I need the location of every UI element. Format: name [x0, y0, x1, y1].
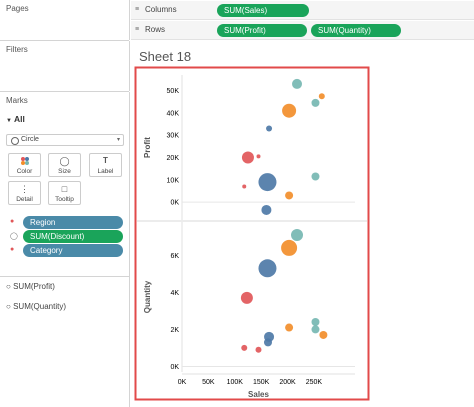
y-tick-label: 20K — [167, 155, 180, 162]
x-tick-label: 250K — [306, 379, 323, 386]
data-point — [266, 125, 273, 132]
data-point — [281, 239, 298, 256]
y-tick-label: 50K — [167, 88, 180, 95]
data-point — [255, 346, 262, 353]
data-point — [318, 93, 325, 100]
x-tick-label: 200K — [279, 379, 296, 386]
y-axis-title: Profit — [143, 137, 152, 158]
data-point — [242, 184, 247, 189]
data-point — [256, 154, 261, 159]
data-point — [285, 323, 294, 332]
data-point — [240, 291, 253, 304]
y-tick-label: 30K — [167, 133, 180, 140]
data-point — [241, 344, 248, 351]
x-axis-title: Sales — [248, 390, 269, 399]
x-tick-label: 50K — [202, 379, 215, 386]
y-tick-label: 0K — [170, 200, 179, 207]
x-tick-label: 100K — [227, 379, 244, 386]
y-tick-label: 40K — [167, 110, 180, 117]
data-point — [241, 151, 254, 164]
x-tick-label: 0K — [178, 379, 187, 386]
data-point — [263, 338, 272, 347]
y-tick-label: 2K — [170, 327, 179, 334]
y-tick-label: 6K — [170, 253, 179, 260]
data-point — [292, 78, 303, 89]
data-point — [258, 259, 277, 278]
data-point — [291, 228, 304, 241]
data-point — [319, 330, 328, 339]
data-point — [311, 172, 320, 181]
x-tick-label: 150K — [253, 379, 270, 386]
y-tick-label: 4K — [170, 290, 179, 297]
data-point — [311, 318, 320, 326]
scatter-chart[interactable]: 0K10K20K30K40K50KProfit0K2K4K6KQuantity … — [0, 0, 474, 407]
data-point — [311, 325, 320, 334]
y-tick-label: 0K — [170, 364, 179, 371]
data-point — [261, 204, 272, 215]
y-axis-title: Quantity — [143, 280, 152, 313]
data-point — [285, 191, 294, 200]
data-point — [258, 173, 277, 192]
y-tick-label: 10K — [167, 177, 180, 184]
data-point — [282, 103, 297, 118]
data-point — [311, 98, 320, 107]
